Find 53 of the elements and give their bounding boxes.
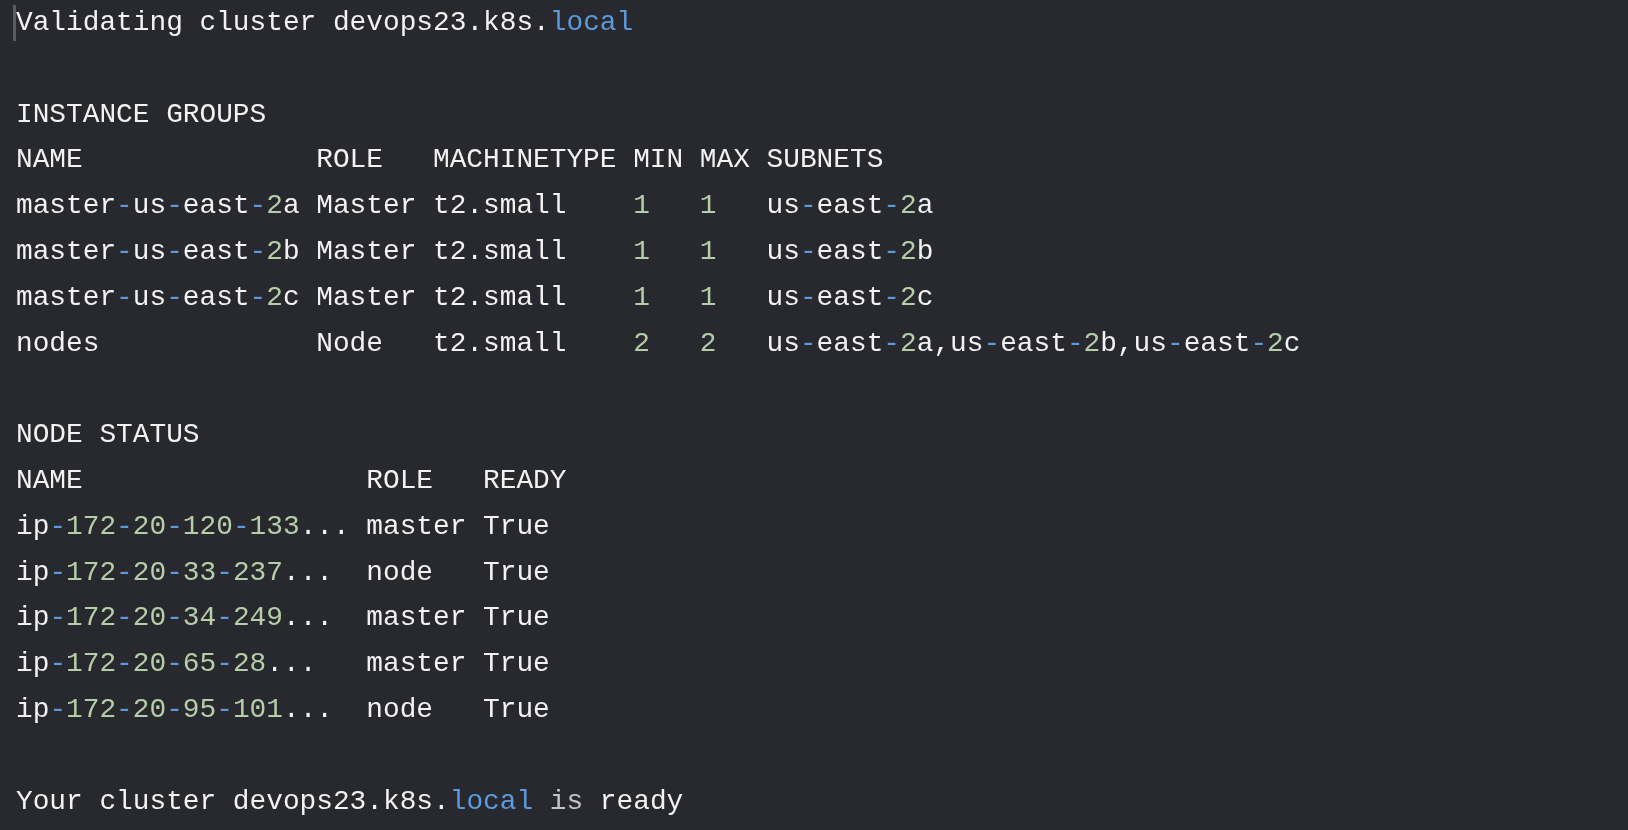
table-cell-text: us-east-2a,us-east-2b,us-east-2c: [766, 326, 1301, 361]
section-heading: NODE STATUS: [16, 418, 200, 453]
table-cell-text: True: [483, 647, 550, 682]
table-cell-text: True: [483, 509, 550, 544]
table-cell-text: 1: [699, 280, 717, 315]
table-cell-text: Master: [316, 235, 417, 269]
table-cell-text: 1: [633, 280, 650, 315]
column-header: ROLE: [366, 463, 433, 498]
table-cell-text: ip-172-20-34-249...: [16, 601, 333, 636]
column-header: READY: [483, 463, 567, 498]
cursor-mark: [13, 4, 16, 41]
output-line: Validating cluster devops23.k8s.local: [16, 6, 634, 40]
section-heading: INSTANCE GROUPS: [16, 97, 267, 132]
column-header: MAX: [699, 143, 750, 178]
table-cell-text: us-east-2c: [766, 280, 934, 315]
table-cell-text: True: [483, 555, 550, 590]
table-cell-text: 2: [633, 326, 650, 361]
table-cell-text: 1: [633, 235, 650, 269]
table-cell-text: nodes: [16, 326, 100, 361]
column-header: MIN: [633, 143, 684, 178]
table-cell-text: node: [366, 692, 433, 727]
output-line: Your cluster devops23.k8s.local is ready: [16, 784, 684, 819]
table-cell-text: Master: [316, 280, 417, 315]
table-cell-text: master: [366, 647, 467, 682]
table-cell-text: master: [366, 601, 467, 636]
column-header: NAME: [16, 463, 83, 498]
table-cell-text: master-us-east-2a: [16, 189, 300, 224]
table-cell-text: master-us-east-2b: [16, 235, 300, 269]
table-cell-text: ip-172-20-120-133...: [16, 509, 350, 544]
table-cell-text: Master: [316, 189, 417, 224]
table-cell-text: 1: [699, 189, 717, 224]
column-header: MACHINETYPE: [433, 143, 617, 178]
table-cell-text: t2.small: [433, 280, 567, 315]
table-cell-text: master: [366, 509, 467, 544]
table-cell-text: t2.small: [433, 235, 567, 269]
table-cell-text: master-us-east-2c: [16, 280, 300, 315]
table-cell-text: us-east-2b: [766, 235, 934, 269]
table-cell-text: True: [483, 692, 550, 727]
table-cell-text: node: [366, 555, 433, 590]
table-cell-text: 1: [699, 235, 717, 269]
table-cell-text: ip-172-20-65-28...: [16, 647, 317, 682]
column-header: SUBNETS: [766, 143, 884, 178]
table-cell-text: 1: [633, 189, 650, 224]
table-cell-text: us-east-2a: [766, 189, 934, 224]
table-cell-text: ip-172-20-95-101...: [16, 692, 333, 727]
table-cell-text: ip-172-20-33-237...: [16, 555, 333, 590]
table-cell-text: t2.small: [433, 326, 567, 361]
table-cell-text: 2: [699, 326, 717, 361]
table-cell-text: Node: [316, 326, 383, 361]
column-header: ROLE: [316, 143, 383, 178]
table-cell-text: t2.small: [433, 189, 567, 224]
table-cell-text: True: [483, 601, 550, 636]
column-header: NAME: [16, 143, 83, 178]
